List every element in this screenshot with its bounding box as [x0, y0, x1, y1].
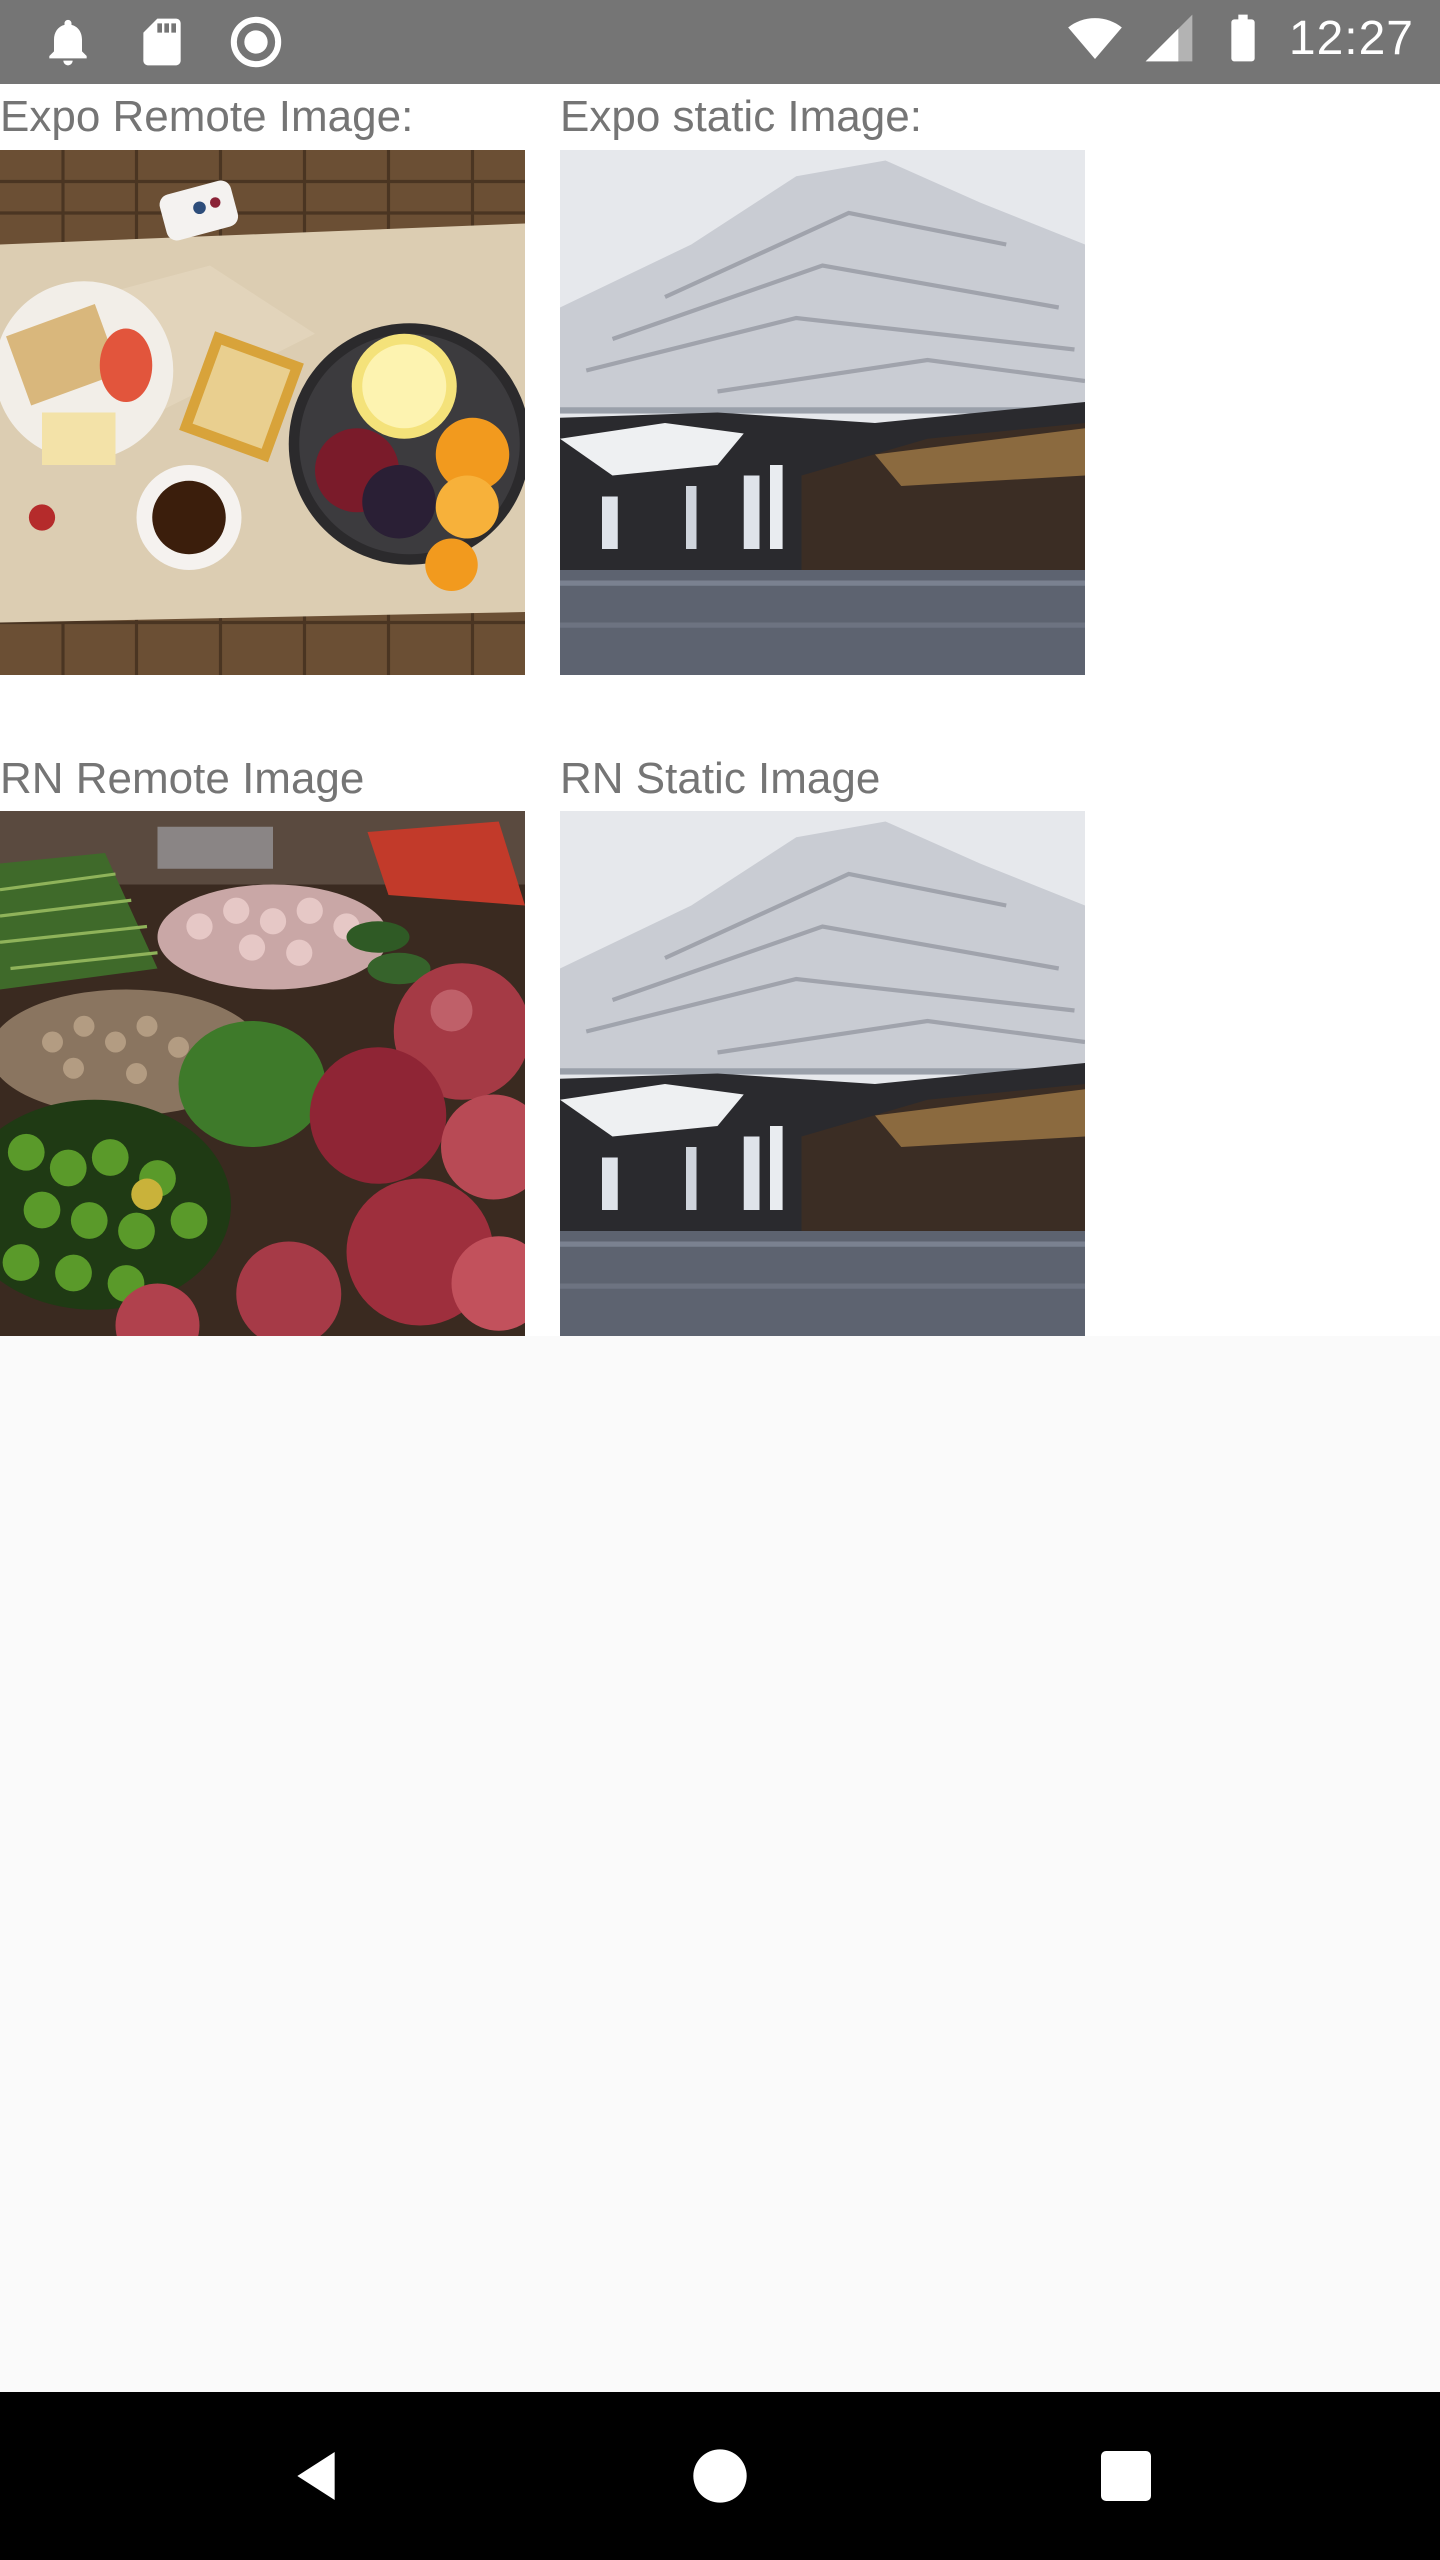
navigation-bar	[0, 2392, 1440, 2560]
status-bar-notifications	[40, 14, 284, 70]
content-area: Expo Remote Image: Expo static Image: RN…	[0, 84, 1440, 1336]
section-label-rn-remote: RN Remote Image	[0, 754, 365, 803]
market-produce-image	[0, 811, 525, 1336]
cell-signal-icon	[1145, 14, 1193, 62]
recents-icon	[1101, 2451, 1151, 2501]
section-label-expo-static: Expo static Image:	[560, 92, 922, 141]
wifi-icon	[1068, 18, 1122, 59]
clock-time: 12:27	[1288, 11, 1414, 65]
sd-card-icon	[143, 18, 181, 66]
nav-recents-button[interactable]	[1042, 2392, 1210, 2560]
back-icon	[297, 2452, 335, 2500]
sync-circle-icon	[230, 16, 282, 68]
nav-home-button[interactable]	[636, 2392, 804, 2560]
battery-icon	[1231, 14, 1255, 62]
notification-bell-icon	[49, 19, 87, 66]
home-icon	[693, 2449, 747, 2503]
waterfall-mountain-image-2	[560, 811, 1085, 1336]
section-label-rn-static: RN Static Image	[560, 754, 881, 803]
section-label-expo-remote: Expo Remote Image:	[0, 92, 414, 141]
nav-back-button[interactable]	[232, 2392, 400, 2560]
status-bar: 12:27	[0, 0, 1440, 84]
breakfast-table-image	[0, 150, 525, 675]
status-bar-system: 12:27	[1067, 10, 1414, 66]
waterfall-mountain-image	[560, 150, 1085, 675]
